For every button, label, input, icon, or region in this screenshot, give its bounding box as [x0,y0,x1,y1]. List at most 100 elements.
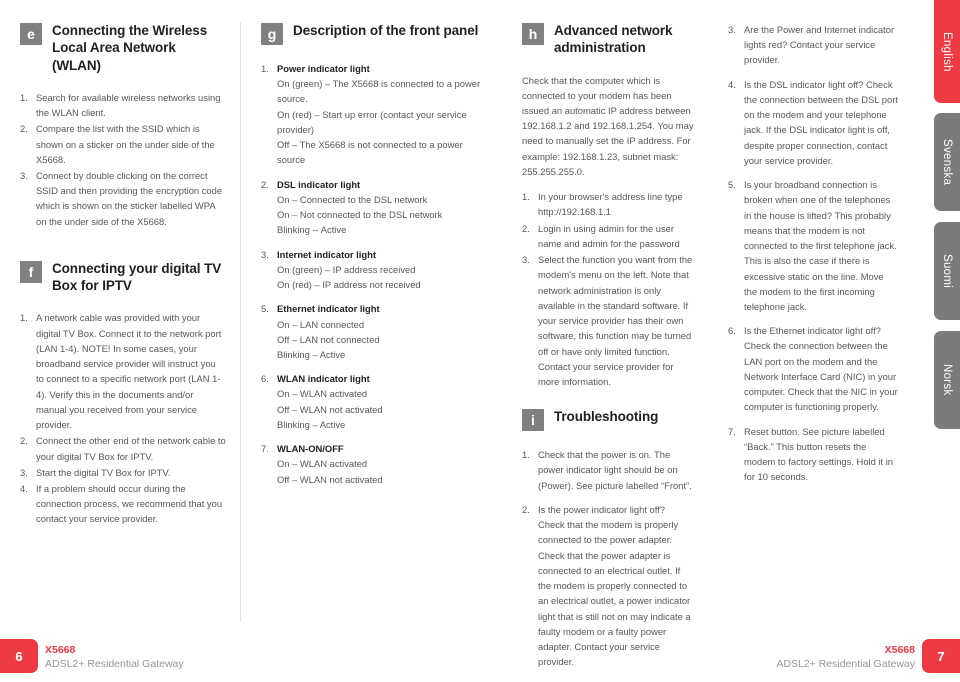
list-number: 2. [20,435,28,447]
list-item: 6. WLAN indicator light On – WLAN activa… [261,371,488,432]
document-page: English Svenska Suomi Norsk e Connecting… [0,0,960,682]
section-h-intro: Check that the computer which is connect… [522,74,694,177]
language-tab-english[interactable]: English [934,0,960,103]
model-name: X5668 [45,643,76,656]
column-three: h Advanced network administration Check … [502,22,708,667]
list-item: 3. Select the function you want from the… [522,252,694,389]
section-badge-i: i [522,409,544,432]
list-text: In your browser's address line type http… [538,191,683,218]
list-item: 4. If a problem should occur during the … [20,481,226,527]
list-item-title: WLAN indicator light [277,373,370,385]
list-item-line: On (red) – IP address not received [277,279,421,291]
language-tab-svenska[interactable]: Svenska [934,113,960,211]
section-i-list-right: 3. Are the Power and Internet indicator … [728,22,898,485]
section-badge-g: g [261,23,283,45]
section-title-i: Troubleshooting [554,409,659,425]
list-number: 3. [20,466,28,478]
list-text: Is your broadband connection is broken w… [744,179,897,312]
section-title-g: Description of the front panel [293,23,479,38]
language-tab-label: Suomi [941,253,953,289]
section-heading-f: f Connecting your digital TV Box for IPT… [20,260,226,295]
list-number: 1. [522,449,530,461]
section-badge-e: e [20,23,42,45]
section-heading-i: i Troubleshooting [522,408,694,432]
column-two: g Description of the front panel 1. Powe… [240,22,502,622]
list-text: Is the DSL indicator light off? Check th… [744,78,898,166]
list-item: 3. Internet indicator light On (green) –… [261,247,488,293]
section-title-f: Connecting your digital TV Box for IPTV [52,260,222,294]
list-item-title: WLAN-ON/OFF [277,443,344,455]
list-item-line: Off – WLAN not activated [277,473,383,485]
model-name: X5668 [884,643,915,656]
list-number: 2. [261,178,269,190]
list-text: Login in using admin for the user name a… [538,222,680,249]
section-heading-e: e Connecting the Wireless Local Area Net… [20,22,226,74]
section-heading-h: h Advanced network administration [522,22,694,57]
language-tab-suomi[interactable]: Suomi [934,222,960,320]
column-four: 3. Are the Power and Internet indicator … [708,22,912,622]
list-item-line: Blinking – Active [277,348,346,360]
list-number: 1. [20,91,28,103]
list-item: 1. A network cable was provided with you… [20,310,226,432]
list-text: Connect the other end of the network cab… [36,435,226,462]
list-number: 2. [522,503,530,515]
section-title-h: Advanced network administration [554,23,673,56]
list-number: 3. [20,169,28,181]
list-item: 4. Is the DSL indicator light off? Check… [728,77,898,168]
page-number-right: 7 [922,639,960,673]
list-text: Are the Power and Internet indicator lig… [744,24,895,66]
list-item-line: On – WLAN activated [277,388,368,400]
section-badge-h: h [522,23,544,45]
list-item: 2. DSL indicator light On – Connected to… [261,177,488,238]
list-item-title: Internet indicator light [277,248,376,260]
list-number: 3. [522,254,530,266]
list-item: 3. Connect by double clicking on the cor… [20,168,226,229]
list-item-title: DSL indicator light [277,178,361,190]
list-item: 7. WLAN-ON/OFF On – WLAN activated Off –… [261,441,488,487]
language-tab-label: Svenska [941,138,953,186]
model-description: ADSL2+ Residential Gateway [776,657,915,670]
list-item-line: Blinking -- Active [277,224,347,236]
list-number: 7. [261,443,269,455]
content-columns: e Connecting the Wireless Local Area Net… [0,22,912,667]
list-number: 5. [728,179,736,191]
list-text: Reset button. See picture labelled “Back… [744,425,894,483]
page-number-left: 6 [0,639,38,673]
list-text: Check that the power is on. The power in… [538,449,692,491]
list-item: 3. Are the Power and Internet indicator … [728,22,898,68]
section-g-list: 1. Power indicator light On (green) – Th… [261,61,488,487]
language-tab-strip: English Svenska Suomi Norsk [930,0,960,470]
list-text: Start the digital TV Box for IPTV. [36,466,171,478]
list-text: Compare the list with the SSID which is … [36,123,215,165]
list-item-line: On – Not connected to the DSL network [277,209,443,221]
language-tab-label: English [941,31,953,72]
list-number: 1. [261,63,269,74]
list-item-line: On (green) – The X5668 is connected to a… [277,78,481,105]
section-heading-g: g Description of the front panel [261,22,488,45]
list-item: 6. Is the Ethernet indicator light off? … [728,323,898,414]
list-text: Search for available wireless networks u… [36,91,221,119]
list-number: 6. [261,373,269,385]
language-tab-label: Norsk [941,364,953,396]
language-tab-norsk[interactable]: Norsk [934,331,960,429]
list-number: 5. [261,303,269,315]
footer-branding-left: X5668 ADSL2+ Residential Gateway [45,643,184,671]
list-item-line: Off – LAN not connected [277,333,380,345]
list-text: A network cable was provided with your d… [36,312,222,431]
list-number: 2. [522,222,530,234]
list-item-line: On (red) – Start up error (contact your … [277,108,467,135]
list-text: Connect by double clicking on the correc… [36,169,223,227]
list-number: 4. [728,78,736,90]
section-e-list: 1. Search for available wireless network… [20,90,226,229]
section-h-list: 1. In your browser's address line type h… [522,189,694,389]
footer-branding-right: X5668 ADSL2+ Residential Gateway [776,643,915,671]
list-number: 3. [261,248,269,260]
list-item: 5. Ethernet indicator light On – LAN con… [261,301,488,362]
page-footer: 6 X5668 ADSL2+ Residential Gateway X5668… [0,620,960,682]
list-item: 3. Start the digital TV Box for IPTV. [20,465,226,480]
list-item: 1. Power indicator light On (green) – Th… [261,61,488,168]
list-item-line: On – LAN connected [277,318,365,330]
list-item-line: On – Connected to the DSL network [277,193,428,205]
column-one: e Connecting the Wireless Local Area Net… [0,22,240,622]
